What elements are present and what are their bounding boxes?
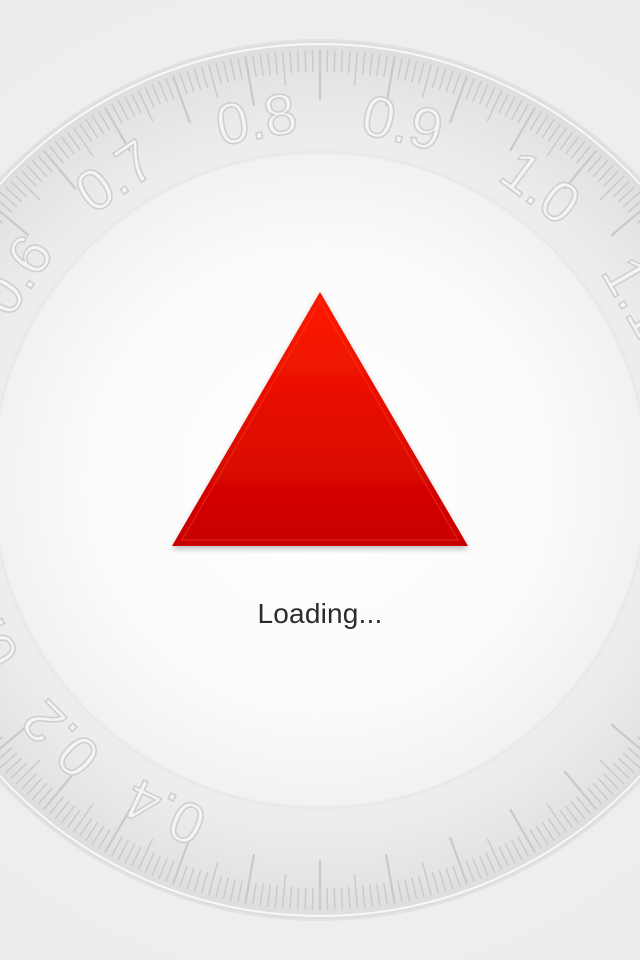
dial-tick <box>333 887 336 910</box>
splash-screen: 0.6 0.7 0.8 0.9 1.0 1.1 0.4 0.2 0.0 Loading... <box>0 0 640 960</box>
dial-tick <box>304 50 307 73</box>
red-triangle-icon <box>172 292 468 546</box>
dial-label: 0.8 <box>211 80 302 158</box>
dial-tick <box>333 50 336 73</box>
dial-tick <box>304 887 307 910</box>
loading-status-text: Loading... <box>257 598 383 629</box>
